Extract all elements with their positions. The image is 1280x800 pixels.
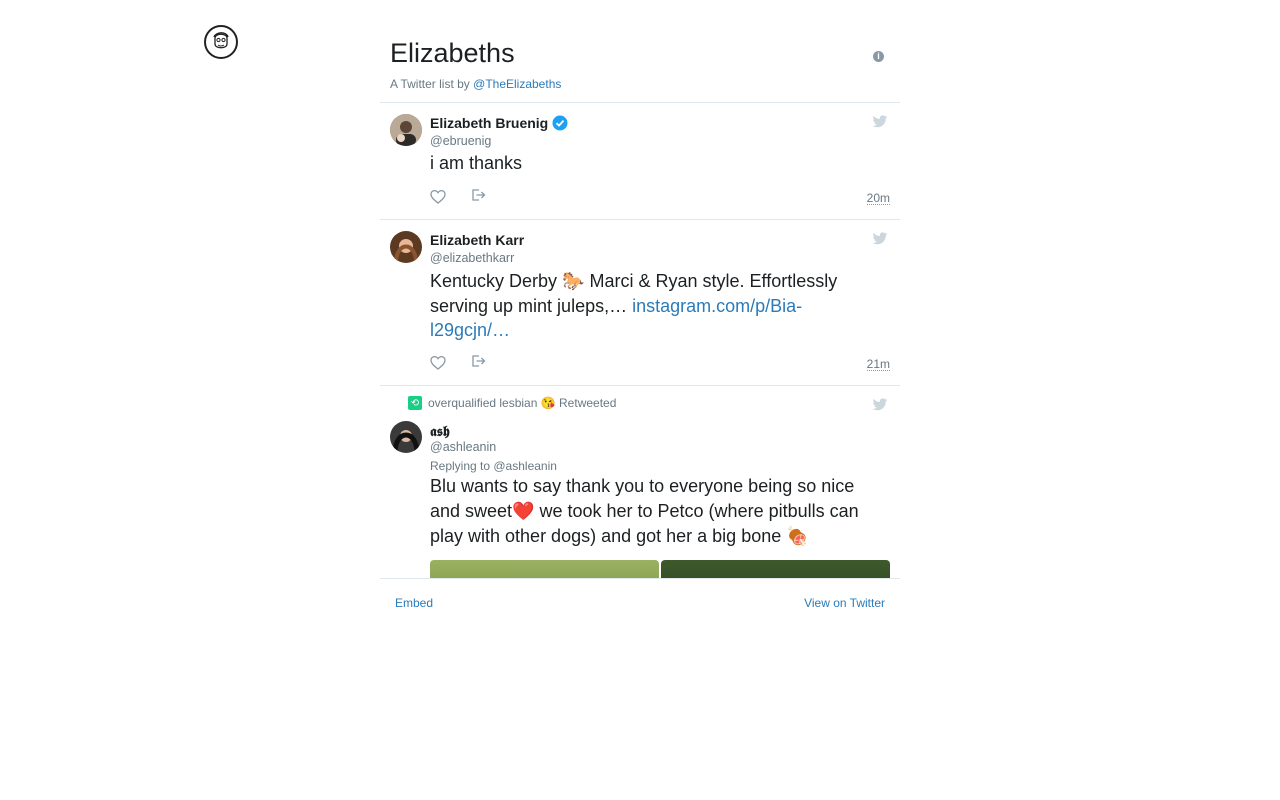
info-icon[interactable]: i	[873, 51, 884, 62]
tweet-timestamp[interactable]: 21m	[866, 358, 890, 371]
list-header: Elizabeths A Twitter list by @TheElizabe…	[380, 26, 900, 103]
author-name-text: 𝖆𝖘𝖍	[430, 423, 450, 439]
twitter-bird-icon[interactable]	[872, 115, 888, 129]
tweet-timestamp[interactable]: 20m	[866, 192, 890, 205]
avatar-photo-icon	[390, 231, 422, 263]
avatar[interactable]	[390, 114, 422, 146]
author-name[interactable]: Elizabeth Bruenig	[430, 115, 568, 131]
view-on-twitter-link[interactable]: View on Twitter	[804, 596, 885, 610]
avatar[interactable]	[390, 421, 422, 453]
media-photo-left[interactable]	[430, 560, 659, 578]
verified-badge-icon	[552, 115, 568, 131]
author-name[interactable]: Elizabeth Karr	[430, 232, 524, 248]
list-owner-link[interactable]: @TheElizabeths	[473, 77, 561, 91]
widget-footer: Embed View on Twitter	[380, 578, 900, 625]
tweet[interactable]: Elizabeth Karr @elizabethkarr Kentucky D…	[380, 220, 900, 386]
list-title: Elizabeths	[390, 38, 515, 68]
twitter-list-widget: Elizabeths A Twitter list by @TheElizabe…	[380, 26, 900, 625]
retweet-context: ⟲ overqualified lesbian 😘 Retweeted	[408, 396, 616, 410]
retweet-icon: ⟲	[408, 396, 422, 410]
tweet-text: i am thanks	[430, 153, 523, 173]
site-logo[interactable]	[204, 25, 238, 59]
info-glyph: i	[877, 51, 880, 61]
timeline[interactable]: Elizabeth Bruenig @ebruenig i am thanks …	[380, 103, 900, 578]
author-handle[interactable]: @ebruenig	[430, 134, 491, 148]
share-icon[interactable]	[470, 187, 486, 203]
author-handle[interactable]: @ashleanin	[430, 440, 496, 454]
author-name-text: Elizabeth Bruenig	[430, 115, 549, 131]
list-subtitle: A Twitter list by @TheElizabeths	[390, 77, 561, 91]
tweet-text: Kentucky Derby 🐎 Marci & Ryan style. Eff…	[430, 269, 880, 343]
twitter-bird-icon[interactable]	[872, 232, 888, 246]
media-photo-right[interactable]	[661, 560, 890, 578]
author-name-text: Elizabeth Karr	[430, 232, 525, 248]
author-handle[interactable]: @elizabethkarr	[430, 251, 514, 265]
like-heart-icon[interactable]	[430, 355, 446, 371]
avatar[interactable]	[390, 231, 422, 263]
like-heart-icon[interactable]	[430, 189, 446, 205]
avatar-photo-icon	[390, 421, 422, 453]
tweet[interactable]: Elizabeth Bruenig @ebruenig i am thanks …	[380, 103, 900, 220]
share-icon[interactable]	[470, 353, 486, 369]
embed-link[interactable]: Embed	[395, 596, 433, 610]
face-sketch-logo-icon	[213, 32, 229, 49]
author-name[interactable]: 𝖆𝖘𝖍	[430, 423, 450, 440]
avatar-photo-icon	[390, 114, 422, 146]
tweet[interactable]: ⟲ overqualified lesbian 😘 Retweeted 𝖆𝖘𝖍 …	[380, 386, 900, 578]
tweet-media[interactable]	[430, 560, 890, 578]
tweet-text: Blu wants to say thank you to everyone b…	[430, 476, 859, 546]
list-subtitle-prefix: A Twitter list by	[390, 77, 474, 91]
twitter-bird-icon[interactable]	[872, 398, 888, 412]
replying-to[interactable]: Replying to @ashleanin	[430, 459, 557, 473]
retweeted-by-text: overqualified lesbian 😘 Retweeted	[428, 396, 617, 410]
